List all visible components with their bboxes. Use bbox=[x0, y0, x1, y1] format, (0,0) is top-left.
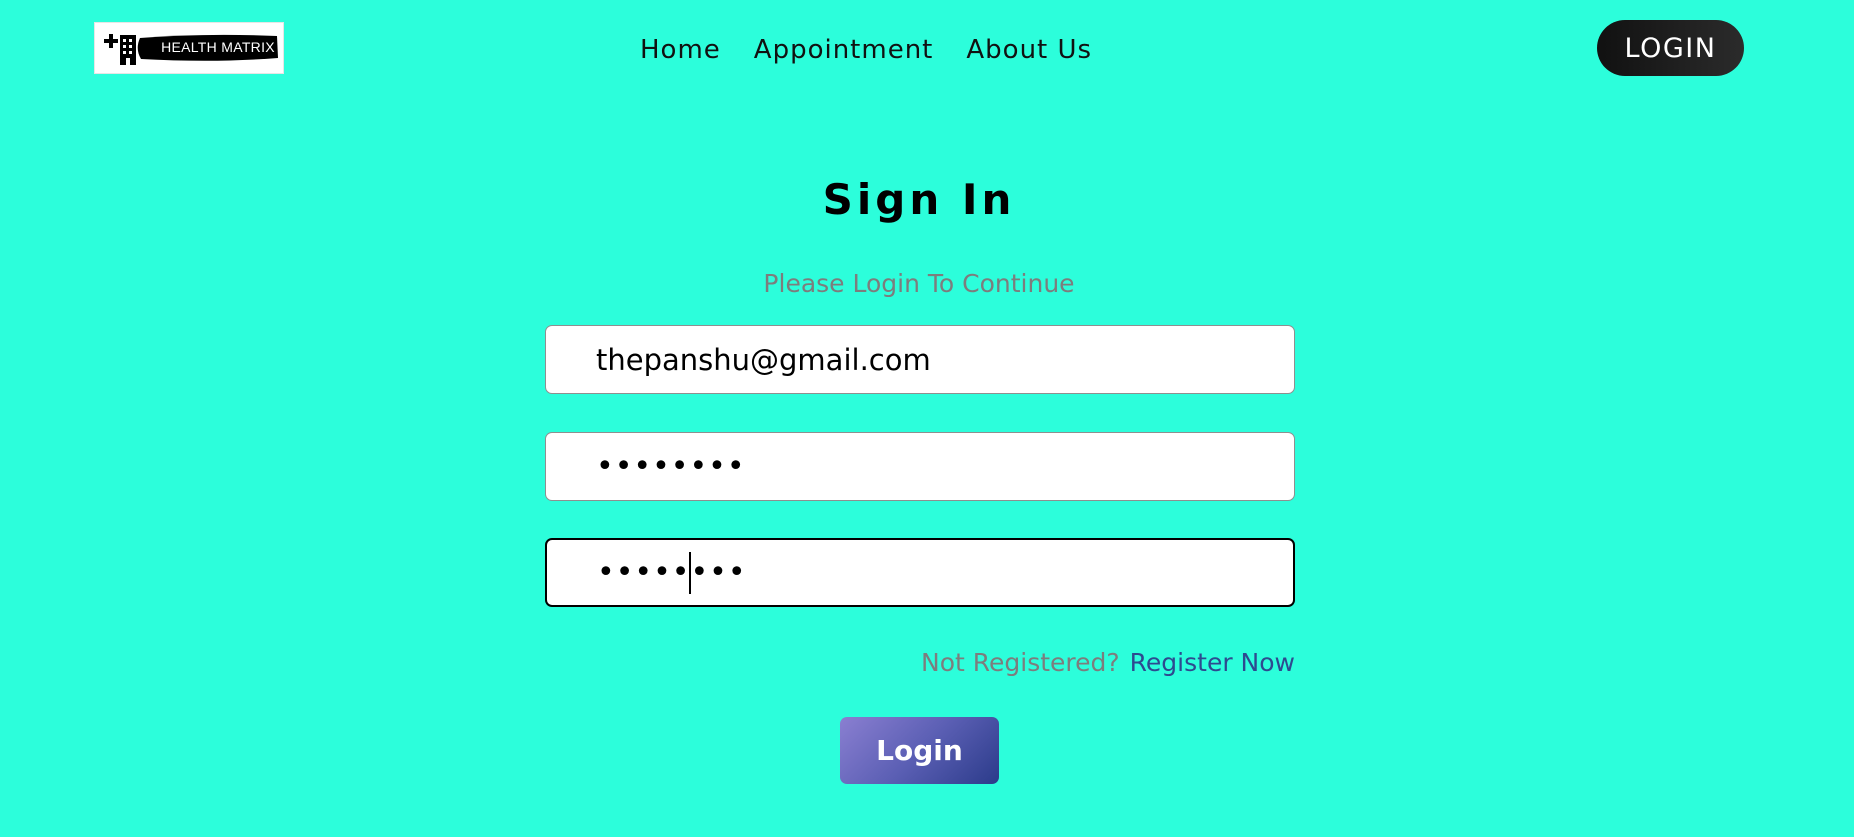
nav-home[interactable]: Home bbox=[640, 32, 721, 68]
email-field[interactable] bbox=[545, 325, 1295, 394]
logo[interactable]: HEALTH MATRIX bbox=[94, 22, 284, 74]
register-prompt-row: Not Registered? Register Now bbox=[921, 646, 1295, 680]
login-submit-button[interactable]: Login bbox=[840, 717, 999, 784]
page-subtitle: Please Login To Continue bbox=[763, 269, 1075, 298]
nav-about-us[interactable]: About Us bbox=[966, 32, 1092, 68]
confirm-password-field[interactable] bbox=[545, 538, 1295, 607]
register-prompt-text: Not Registered? bbox=[921, 648, 1120, 677]
text-caret bbox=[689, 552, 691, 594]
header-login-button[interactable]: LOGIN bbox=[1597, 20, 1744, 76]
page-title: Sign In bbox=[822, 175, 1016, 224]
password-field[interactable] bbox=[545, 432, 1295, 501]
logo-text: HEALTH MATRIX bbox=[161, 39, 275, 55]
main-nav: Home Appointment About Us bbox=[640, 32, 1125, 68]
register-now-link[interactable]: Register Now bbox=[1130, 648, 1295, 677]
nav-appointment[interactable]: Appointment bbox=[754, 32, 934, 68]
